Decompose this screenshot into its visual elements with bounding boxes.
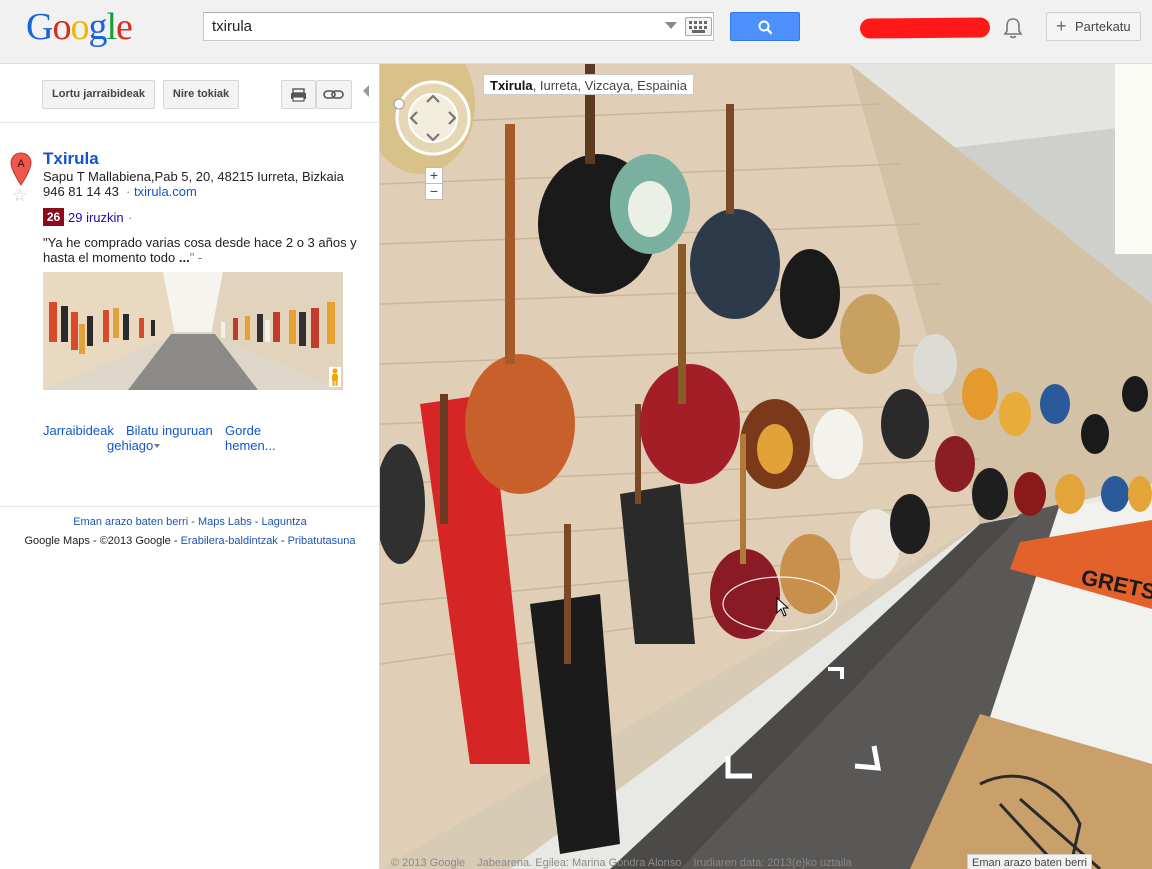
footer-links: Eman arazo baten berri - Maps Labs - Lag… [0,516,380,528]
search-button[interactable] [730,12,800,41]
zoom-in-button[interactable]: + [425,167,443,184]
place-phone: 946 81 14 43 [43,184,119,199]
redacted-account-name [859,17,991,39]
link-button[interactable] [316,80,352,109]
maps-labs-link[interactable]: Maps Labs [198,516,252,528]
directions-link[interactable]: Jarraibideak [43,423,114,438]
pegman-icon [329,367,341,387]
place-website-link[interactable]: txirula.com [134,184,197,199]
dropdown-arrow-icon[interactable] [665,22,677,29]
review-more-link[interactable]: ... [179,250,190,265]
divider [0,506,380,507]
footer-legal: Google Maps - ©2013 Google - Erabilera-b… [0,535,380,547]
collapse-panel-icon[interactable] [363,85,369,97]
star-icon[interactable]: ☆ [12,187,27,205]
save-here-link[interactable]: Gorde hemen... [225,423,276,453]
get-directions-button[interactable]: Lortu jarraibideak [42,80,155,109]
cursor-icon [776,597,790,617]
bell-icon[interactable] [1002,16,1024,40]
help-link[interactable]: Laguntza [262,516,307,528]
report-problem-link[interactable]: Eman arazo baten berri [73,516,188,528]
plus-icon: + [1056,16,1067,36]
keyboard-icon[interactable] [685,17,712,36]
search-input[interactable]: txirula [203,12,714,41]
copyright-text: Google Maps - ©2013 Google - [24,535,181,547]
top-bar: Google txirula + Partekatu [0,0,1152,64]
location-rest: , Iurreta, Vizcaya, Espainia [532,78,688,93]
sv-owner[interactable]: Jabearena. Egilea: Marina Gondra Alonso [477,857,681,869]
link-icon [323,90,344,99]
street-view-attribution: © 2013 Google Jabearena. Egilea: Marina G… [391,857,864,869]
privacy-link[interactable]: Pribatutasuna [288,535,356,547]
map-marker-icon[interactable]: A [10,152,32,186]
my-places-button[interactable]: Nire tokiak [163,80,239,109]
review-quote: "Ya he comprado varias cosa desde hace 2… [43,235,373,265]
more-link[interactable]: gehiago [107,438,153,453]
chevron-down-icon[interactable] [154,444,160,448]
separator-dot: · [126,184,131,199]
thumbnail-image [43,272,343,390]
zagat-score-badge: 26 [43,208,64,226]
street-view-thumbnail[interactable] [43,272,343,390]
left-panel: Lortu jarraibideak Nire tokiak A ☆ Txiru… [0,64,380,869]
terms-link[interactable]: Erabilera-baldintzak [181,535,278,547]
print-button[interactable] [281,80,316,109]
street-view-panorama[interactable]: GRETSCH + − Txirula, Iurreta, Vizcaya, E… [380,64,1152,869]
panorama-image: GRETSCH [380,64,1152,869]
print-icon [291,88,306,102]
footer-separator: - [251,516,262,528]
compass-icon[interactable] [393,78,473,158]
location-name: Txirula [490,78,533,93]
share-button-label: Partekatu [1075,19,1131,34]
footer-separator: - [277,535,288,547]
divider [0,122,380,123]
search-icon [758,20,773,35]
place-address: Sapu T Mallabiena,Pab 5, 20, 48215 Iurre… [43,169,344,184]
separator-dot: · [128,210,133,225]
report-problem-button[interactable]: Eman arazo baten berri [967,854,1092,869]
sv-copyright: © 2013 Google [391,857,466,869]
search-input-value[interactable]: txirula [212,18,252,35]
footer-separator: - [188,516,198,528]
street-view-location-label: Txirula, Iurreta, Vizcaya, Espainia [483,74,695,95]
marker-letter: A [17,158,25,170]
google-logo[interactable]: Google [26,5,133,49]
place-title[interactable]: Txirula [43,149,99,169]
share-button[interactable]: + Partekatu [1046,12,1141,41]
review-quote-end: " - [189,250,203,265]
search-nearby-link[interactable]: Bilatu inguruan [126,423,213,438]
sv-date: Irudiaren data: 2013(e)ko uztaila [693,857,852,869]
reviews-link[interactable]: 29 iruzkin [68,210,124,225]
zoom-out-button[interactable]: − [425,183,443,200]
